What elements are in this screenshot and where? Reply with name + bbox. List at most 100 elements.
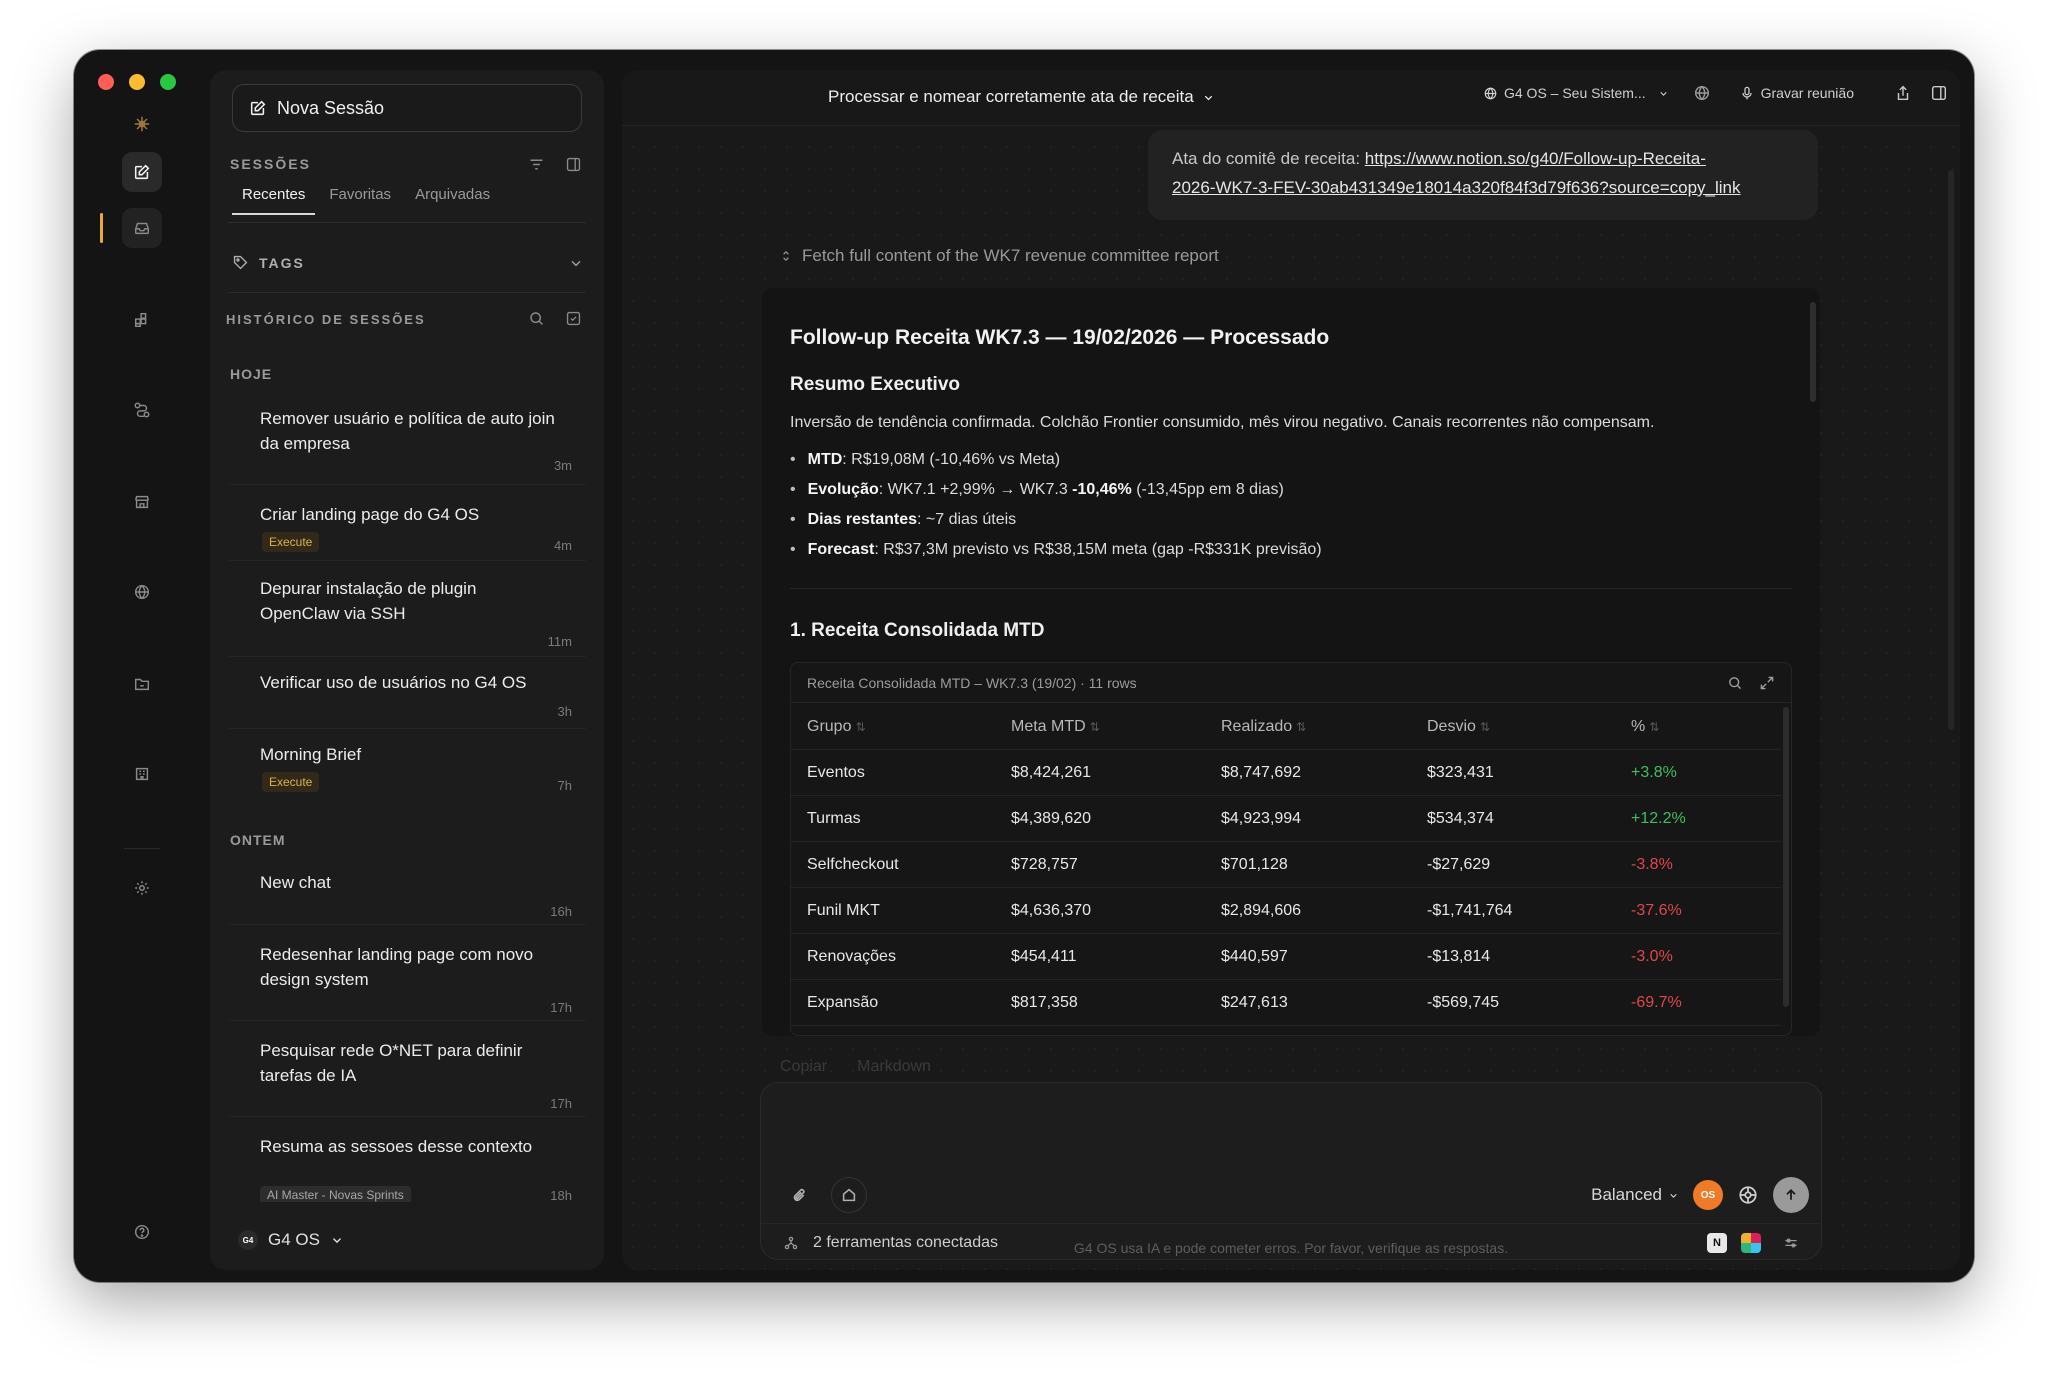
session-item[interactable]: Verificar uso de usuários no G4 OS 3h xyxy=(228,656,584,728)
session-item[interactable]: Morning Brief Execute 7h xyxy=(228,728,584,804)
column-header[interactable]: % ⇅ xyxy=(1631,718,1781,736)
workspace-selector-label: G4 OS – Seu Sistem... xyxy=(1503,85,1646,101)
summary-bullets: MTD: R$19,08M (-10,46% vs Meta) Evolução… xyxy=(790,445,1322,565)
main-scrollbar[interactable] xyxy=(1948,170,1954,730)
agent-icon[interactable] xyxy=(1737,1184,1759,1206)
web-search-icon[interactable] xyxy=(1693,84,1711,102)
table-header-row: Grupo ⇅ Meta MTD ⇅ Realizado ⇅ Desvio ⇅ % ⇅ xyxy=(791,704,1781,750)
session-item[interactable]: Pesquisar rede O*NET para definir tarefa… xyxy=(228,1020,584,1116)
tool-step[interactable]: Fetch full content of the WK7 revenue co… xyxy=(780,246,1219,266)
tab-arquivadas[interactable]: Arquivadas xyxy=(405,180,500,215)
column-header[interactable]: Desvio ⇅ xyxy=(1427,718,1631,736)
composer-right-actions: Balanced OS xyxy=(1591,1177,1809,1213)
session-item[interactable]: Redesenhar landing page com novo design … xyxy=(228,924,584,1020)
data-table: Receita Consolidada MTD – WK7.3 (19/02) … xyxy=(790,662,1792,1036)
session-item[interactable]: Resuma as sessoes desse contexto AI Mast… xyxy=(228,1116,584,1202)
tag-icon xyxy=(233,255,248,270)
sessions-actions xyxy=(528,156,582,173)
tab-favoritas[interactable]: Favoritas xyxy=(319,180,401,215)
response-actions: Copiar Markdown xyxy=(780,1058,931,1076)
column-header[interactable]: Meta MTD ⇅ xyxy=(1011,718,1221,736)
history-heading: HISTÓRICO DE SESSÕES xyxy=(226,312,426,327)
session-time: 11m xyxy=(547,634,572,649)
message-composer[interactable]: Balanced OS 2 ferramentas conectadas N xyxy=(760,1082,1822,1260)
sessions-sidebar: Nova Sessão SESSÕES Recentes Favoritas A… xyxy=(210,70,604,1270)
app-logo-icon xyxy=(122,104,162,144)
record-meeting-button[interactable]: Gravar reunião xyxy=(1739,85,1854,101)
apps-icon[interactable] xyxy=(122,300,162,340)
model-badge[interactable]: OS xyxy=(1693,1180,1723,1210)
markdown-button[interactable]: Markdown xyxy=(857,1058,931,1076)
session-title: Resuma as sessoes desse contexto xyxy=(260,1137,533,1156)
context-button[interactable] xyxy=(831,1177,867,1213)
globe-icon xyxy=(1484,86,1497,100)
inbox-icon[interactable] xyxy=(122,208,162,248)
bullet-forecast: Forecast: R$37,3M previsto vs R$38,15M m… xyxy=(790,535,1322,565)
session-item[interactable]: Criar landing page do G4 OS Execute 4m xyxy=(228,484,584,560)
column-header[interactable]: Realizado ⇅ xyxy=(1221,718,1427,736)
table-scrollbar[interactable] xyxy=(1783,707,1789,1007)
mode-selector[interactable]: Balanced xyxy=(1591,1185,1679,1205)
session-title: New chat xyxy=(260,873,331,892)
mode-label: Balanced xyxy=(1591,1185,1662,1204)
filter-icon[interactable] xyxy=(528,156,545,173)
workspace-switcher[interactable]: G4 G4 OS xyxy=(238,1230,344,1250)
table-row: Expansão $817,358 $247,613 -$569,745 -69.7% xyxy=(791,980,1781,1026)
session-item[interactable]: New chat 16h xyxy=(228,852,584,924)
panel-toggle-icon[interactable] xyxy=(565,156,582,173)
settings-icon[interactable] xyxy=(122,868,162,908)
compose-icon[interactable] xyxy=(122,152,162,192)
response-scrollbar[interactable] xyxy=(1810,302,1816,402)
session-time: 4m xyxy=(553,538,572,553)
send-button[interactable] xyxy=(1773,1177,1809,1213)
tool-step-label: Fetch full content of the WK7 revenue co… xyxy=(802,246,1219,265)
tags-label: TAGS xyxy=(259,254,305,271)
column-header[interactable]: Grupo ⇅ xyxy=(791,718,1011,736)
workflow-icon[interactable] xyxy=(122,390,162,430)
chevron-down-icon xyxy=(1204,95,1212,100)
select-icon[interactable] xyxy=(565,310,582,327)
session-title: Redesenhar landing page com novo design … xyxy=(260,945,534,989)
user-message: Ata do comitê de receita: https://www.no… xyxy=(1148,130,1818,220)
new-session-button[interactable]: Nova Sessão xyxy=(232,84,582,132)
session-title: Verificar uso de usuários no G4 OS xyxy=(260,673,527,692)
session-item[interactable]: Depurar instalação de plugin OpenClaw vi… xyxy=(228,560,584,656)
session-item[interactable]: Remover usuário e política de auto join … xyxy=(228,388,584,484)
history-actions xyxy=(528,310,582,327)
workspace-selector[interactable]: G4 OS – Seu Sistem... xyxy=(1483,85,1669,101)
tags-divider xyxy=(228,292,586,293)
share-icon[interactable] xyxy=(1894,84,1912,102)
top-actions: G4 OS – Seu Sistem... Gravar reunião xyxy=(1483,84,1948,102)
expand-icon[interactable] xyxy=(1759,675,1775,691)
sidebar-toggle-icon[interactable] xyxy=(1930,84,1948,102)
table-body: Grupo ⇅ Meta MTD ⇅ Realizado ⇅ Desvio ⇅ % ⇅ E… xyxy=(791,704,1781,1026)
notion-link-continued[interactable]: 2026-WK7-3-FEV-30ab431349e18014a320f84f3… xyxy=(1172,178,1741,197)
table-row: Eventos $8,424,261 $8,747,692 $323,431 +3.8% xyxy=(791,750,1781,796)
tab-recentes[interactable]: Recentes xyxy=(232,180,316,215)
rail-active-indicator xyxy=(100,213,103,243)
table-caption: Receita Consolidada MTD – WK7.3 (19/02) … xyxy=(807,674,1137,691)
search-icon[interactable] xyxy=(1727,675,1743,691)
notion-link[interactable]: https://www.notion.so/g40/Follow-up-Rece… xyxy=(1365,149,1706,168)
group-yesterday: ONTEM xyxy=(230,832,286,848)
session-title: Depurar instalação de plugin OpenClaw vi… xyxy=(260,579,477,623)
session-time: 18h xyxy=(550,1188,572,1202)
tags-toggle[interactable]: TAGS xyxy=(232,254,584,271)
globe-icon[interactable] xyxy=(122,572,162,612)
help-icon[interactable] xyxy=(122,1212,162,1252)
store-icon[interactable] xyxy=(122,482,162,522)
building-icon[interactable] xyxy=(122,754,162,794)
session-time: 7h xyxy=(557,778,572,793)
session-title-dropdown[interactable]: Processar e nomear corretamente ata de r… xyxy=(828,87,1215,107)
session-time: 3m xyxy=(553,458,572,473)
expand-toggle-icon xyxy=(783,250,789,262)
workspace-name: G4 OS xyxy=(268,1230,320,1249)
chat-main: Processar e nomear corretamente ata de r… xyxy=(622,70,1960,1270)
folder-icon[interactable] xyxy=(122,664,162,704)
attach-button[interactable] xyxy=(781,1177,817,1213)
icon-rail xyxy=(74,50,208,1282)
arrow-up-icon xyxy=(1786,1188,1796,1200)
session-time: 3h xyxy=(557,704,572,719)
copy-button[interactable]: Copiar xyxy=(780,1058,827,1076)
search-icon[interactable] xyxy=(528,310,545,327)
